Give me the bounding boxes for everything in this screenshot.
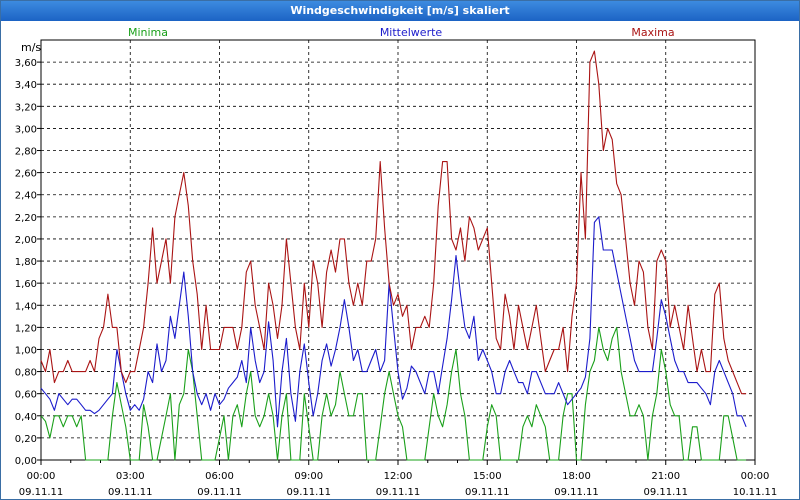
wind-speed-chart: 0,00 0,20 0,40 0,60 0,80 1,00 1,20 1,40 1,60 1,80… [15, 26, 778, 498]
x-tick-time: 15:00 [473, 471, 502, 482]
x-tick-time: 12:00 [384, 471, 413, 482]
x-tick-time: 09:00 [294, 471, 323, 482]
x-tick-date: 09.11.11 [376, 487, 421, 498]
y-tick-label: 1,80 [15, 257, 37, 268]
y-tick-label: 2,60 [15, 169, 37, 180]
y-tick-label: 2,20 [15, 213, 37, 224]
x-tick-time: 03:00 [116, 471, 145, 482]
chart-title: Windgeschwindigkeit [m/s] skaliert [1, 1, 799, 21]
legend: Minima Mittelwerte Maxima [128, 26, 675, 39]
x-tick-date: 10.11.11 [733, 487, 778, 498]
x-tick-date: 09.11.11 [643, 487, 688, 498]
x-tick-time: 21:00 [651, 471, 680, 482]
y-tick-label: 2,40 [15, 191, 37, 202]
y-tick-label: 2,00 [15, 235, 37, 246]
chart-window: Windgeschwindigkeit [m/s] skaliert 0,00 0… [0, 0, 800, 500]
y-tick-label: 1,00 [15, 345, 37, 356]
y-tick-label: 3,00 [15, 124, 37, 135]
x-tick-date: 09.11.11 [19, 487, 64, 498]
y-tick-label: 0,20 [15, 434, 37, 445]
y-tick-label: 0,00 [15, 456, 37, 467]
y-tick-label: 2,80 [15, 147, 37, 158]
y-tick-label: 0,40 [15, 412, 37, 423]
y-tick-label: 1,40 [15, 301, 37, 312]
legend-label-mittelwerte: Mittelwerte [380, 26, 443, 39]
y-tick-label: 3,40 [15, 80, 37, 91]
x-tick-time: 06:00 [205, 471, 234, 482]
legend-label-minima: Minima [128, 26, 168, 39]
x-tick-date: 09.11.11 [554, 487, 599, 498]
y-tick-label: 1,60 [15, 279, 37, 290]
y-tick-label: 3,60 [15, 58, 37, 69]
legend-label-maxima: Maxima [631, 26, 674, 39]
y-axis-ticks: 0,00 0,20 0,40 0,60 0,80 1,00 1,20 1,40 1,60 1,80… [15, 58, 41, 467]
x-axis-ticks: 00:00 09.11.11 03:00 09.11.11 06:00 09.11.11 0… [19, 460, 778, 498]
y-axis-label: m/s [21, 41, 41, 54]
y-tick-label: 0,60 [15, 390, 37, 401]
x-tick-time: 00:00 [27, 471, 56, 482]
x-tick-date: 09.11.11 [197, 487, 242, 498]
y-tick-label: 3,20 [15, 102, 37, 113]
y-tick-label: 1,20 [15, 323, 37, 334]
x-tick-time: 00:00 [741, 471, 770, 482]
y-tick-label: 0,80 [15, 368, 37, 379]
x-tick-date: 09.11.11 [465, 487, 510, 498]
x-tick-time: 18:00 [562, 471, 591, 482]
x-tick-date: 09.11.11 [286, 487, 331, 498]
x-tick-date: 09.11.11 [108, 487, 153, 498]
